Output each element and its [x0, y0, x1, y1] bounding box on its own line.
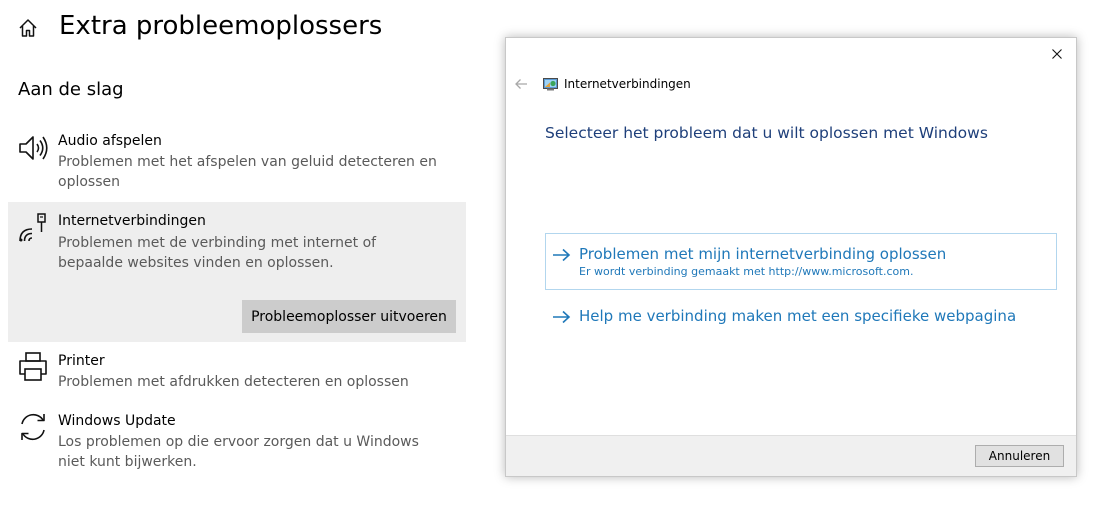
speaker-icon	[19, 136, 48, 160]
back-arrow-icon[interactable]	[514, 77, 528, 91]
network-troubleshooter-icon	[543, 78, 558, 91]
troubleshooter-description: Problemen met het afspelen van geluid de…	[58, 154, 437, 190]
troubleshooter-name: Windows Update	[58, 413, 176, 429]
arrow-right-icon	[553, 248, 571, 262]
home-icon[interactable]	[17, 17, 39, 39]
troubleshooter-description: Problemen met afdrukken detecteren en op…	[58, 374, 409, 390]
update-icon	[21, 413, 45, 441]
option-fix-internet-connection[interactable]: Problemen met mijn internetverbinding op…	[545, 233, 1057, 290]
arrow-right-icon	[553, 310, 571, 324]
troubleshooter-description: Los problemen op die ervoor zorgen dat u…	[58, 434, 419, 470]
troubleshooter-name: Printer	[58, 353, 105, 369]
page-title: Extra probleemoplossers	[59, 11, 383, 41]
troubleshooter-audio[interactable]: Audio afspelen Problemen met het afspele…	[8, 128, 466, 194]
troubleshooter-printer[interactable]: Printer Problemen met afdrukken detecter…	[8, 348, 466, 400]
dialog-app-title: Internetverbindingen	[564, 77, 691, 91]
troubleshooter-name: Audio afspelen	[58, 133, 162, 149]
option-subtitle: Er wordt verbinding gemaakt met http://w…	[579, 265, 914, 278]
cancel-button[interactable]: Annuleren	[975, 445, 1064, 467]
printer-icon	[19, 352, 47, 381]
option-title: Help me verbinding maken met een specifi…	[579, 307, 1017, 325]
troubleshooter-internet[interactable]: Internetverbindingen Problemen met de ve…	[8, 202, 466, 342]
troubleshooter-dialog: Internetverbindingen Selecteer het probl…	[505, 37, 1077, 477]
troubleshooter-description: Problemen met de verbinding met internet…	[58, 235, 377, 271]
troubleshooter-windows-update[interactable]: Windows Update Los problemen op die ervo…	[8, 408, 466, 476]
option-connect-specific-webpage[interactable]: Help me verbinding maken met een specifi…	[545, 300, 1057, 332]
run-troubleshooter-button[interactable]: Probleemoplosser uitvoeren	[242, 300, 456, 333]
option-title: Problemen met mijn internetverbinding op…	[579, 245, 947, 263]
troubleshooter-name: Internetverbindingen	[58, 213, 206, 229]
section-title: Aan de slag	[18, 79, 124, 100]
dialog-footer: Annuleren	[506, 435, 1076, 476]
close-icon[interactable]	[1044, 42, 1070, 66]
network-icon	[19, 213, 46, 242]
dialog-heading: Selecteer het probleem dat u wilt oploss…	[545, 124, 988, 142]
